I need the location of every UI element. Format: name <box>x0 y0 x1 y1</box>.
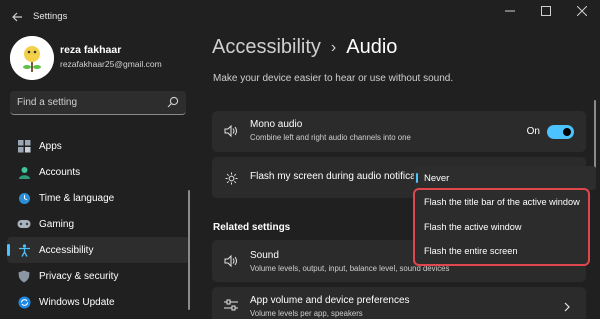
mono-audio-description: Combine left and right audio channels in… <box>250 133 411 142</box>
sidebar-item-label: Windows Update <box>39 296 115 308</box>
mono-audio-card: Mono audio Combine left and right audio … <box>212 111 586 152</box>
close-icon <box>577 6 587 16</box>
speaker-icon <box>224 124 238 138</box>
sidebar-item-apps[interactable]: Apps <box>7 133 189 159</box>
back-arrow-icon <box>12 12 22 22</box>
breadcrumb-parent[interactable]: Accessibility <box>212 36 321 59</box>
mixer-icon <box>224 298 238 312</box>
sound-icon <box>224 254 238 268</box>
window-controls <box>492 0 600 22</box>
flash-dropdown-value: Never <box>424 172 450 184</box>
flash-screen-title: Flash my screen during audio notificatio… <box>250 171 437 182</box>
chevron-right-icon <box>564 302 570 312</box>
related-settings-heading: Related settings <box>213 222 291 233</box>
mono-audio-title: Mono audio <box>250 119 303 130</box>
sidebar-nav: Apps Accounts Time & language Gaming Acc… <box>7 133 189 315</box>
brightness-icon <box>224 171 238 185</box>
avatar-image <box>10 36 54 80</box>
option-flash-active-window[interactable]: Flash the active window <box>415 215 588 240</box>
sidebar-item-label: Gaming <box>39 218 75 230</box>
sidebar-item-time-language[interactable]: Time & language <box>7 185 189 211</box>
sidebar-item-label: Time & language <box>39 192 115 204</box>
user-profile[interactable]: reza fakhaar rezafakhaar25@gmail.com <box>10 36 190 82</box>
sidebar-item-privacy-security[interactable]: Privacy & security <box>7 263 189 289</box>
sidebar-item-accounts[interactable]: Accounts <box>7 159 189 185</box>
breadcrumb-separator: › <box>330 38 337 56</box>
sidebar-item-label: Privacy & security <box>39 270 119 282</box>
toggle-knob <box>563 128 571 136</box>
gaming-icon <box>17 217 31 231</box>
close-button[interactable] <box>564 0 600 22</box>
search-input[interactable] <box>17 91 157 113</box>
time-language-icon <box>17 191 31 205</box>
avatar <box>10 36 54 80</box>
option-flash-title-bar[interactable]: Flash the title bar of the active window <box>415 190 588 215</box>
minimize-icon <box>505 10 515 12</box>
app-volume-card[interactable]: App volume and device preferences Volume… <box>212 287 586 319</box>
maximize-button[interactable] <box>528 0 564 22</box>
user-name: reza fakhaar <box>60 44 122 56</box>
sound-title: Sound <box>250 250 279 261</box>
search-box <box>10 91 186 115</box>
page-title: Audio <box>346 36 398 58</box>
windows-update-icon <box>17 295 31 309</box>
app-volume-title: App volume and device preferences <box>250 295 410 306</box>
app-volume-description: Volume levels per app, speakers <box>250 309 363 318</box>
accessibility-icon <box>17 243 31 257</box>
toggle-state-label: On <box>526 126 540 137</box>
sidebar-item-label: Accounts <box>39 166 81 178</box>
sidebar-item-windows-update[interactable]: Windows Update <box>7 289 189 315</box>
sidebar-item-accessibility[interactable]: Accessibility <box>7 237 189 263</box>
sidebar-item-label: Accessibility <box>39 244 94 256</box>
flash-options-popup: Flash the title bar of the active window… <box>413 188 590 266</box>
flash-dropdown[interactable]: Never <box>414 166 596 190</box>
apps-icon <box>17 139 31 153</box>
title-bar: Settings <box>0 0 600 34</box>
user-email: rezafakhaar25@gmail.com <box>60 59 162 69</box>
minimize-button[interactable] <box>492 0 528 22</box>
mono-audio-toggle[interactable] <box>547 125 574 139</box>
accounts-icon <box>17 165 31 179</box>
sidebar-scrollbar[interactable] <box>188 190 190 310</box>
breadcrumb: Accessibility › Audio <box>212 36 397 59</box>
back-button[interactable] <box>10 10 24 24</box>
search-icon[interactable] <box>167 96 179 108</box>
page-subtitle: Make your device easier to hear or use w… <box>213 73 454 84</box>
sidebar-item-label: Apps <box>39 140 62 152</box>
option-flash-entire-screen[interactable]: Flash the entire screen <box>415 239 588 264</box>
active-indicator <box>7 244 10 256</box>
sidebar-item-gaming[interactable]: Gaming <box>7 211 189 237</box>
shield-icon <box>17 269 31 283</box>
selected-indicator <box>416 173 418 183</box>
app-title: Settings <box>33 11 68 22</box>
maximize-icon <box>541 6 551 16</box>
